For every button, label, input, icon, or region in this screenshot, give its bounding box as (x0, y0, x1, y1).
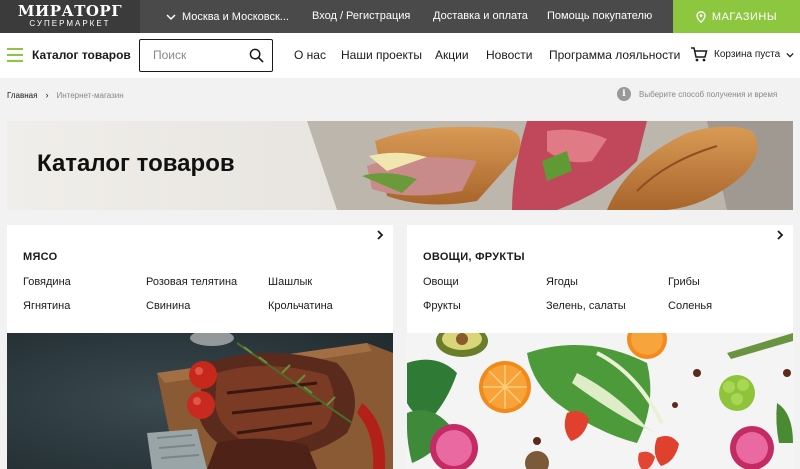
category-card-vegetables[interactable]: ОВОЩИ, ФРУКТЫ Овощи Ягоды Грибы Фрукты З… (407, 225, 793, 333)
help-link[interactable]: Помощь покупателю (547, 10, 652, 22)
category-link[interactable]: Розовая телятина (146, 276, 237, 288)
category-link[interactable]: Грибы (668, 276, 700, 288)
category-link[interactable]: Свинина (146, 300, 190, 312)
search-input[interactable] (153, 48, 243, 62)
nav-bar: Каталог товаров О нас Наши проекты Акции… (0, 33, 800, 78)
region-label: Москва и Московск... (182, 10, 289, 23)
category-title[interactable]: МЯСО (23, 251, 58, 263)
category-link[interactable]: Овощи (423, 276, 459, 288)
nav-projects[interactable]: Наши проекты (341, 48, 422, 62)
breadcrumb-current: Интернет-магазин (56, 90, 124, 100)
nav-loyalty[interactable]: Программа лояльности (549, 48, 680, 62)
search-icon[interactable] (249, 48, 264, 63)
breadcrumb-separator: › (45, 90, 49, 100)
logo-title: МИРАТОРГ (17, 2, 123, 20)
top-bar: МИРАТОРГ СУПЕРМАРКЕТ Москва и Московск..… (0, 0, 800, 33)
region-selector[interactable]: Москва и Московск... (166, 0, 289, 33)
logo[interactable]: МИРАТОРГ СУПЕРМАРКЕТ (0, 0, 140, 33)
category-link[interactable]: Говядина (23, 276, 71, 288)
cart-label: Корзина пуста (714, 49, 781, 60)
location-pin-icon (696, 10, 706, 23)
logo-subtitle: СУПЕРМАРКЕТ (29, 19, 111, 28)
meat-image[interactable] (7, 333, 393, 469)
cart-button[interactable]: Корзина пуста (690, 46, 794, 63)
stores-button[interactable]: МАГАЗИНЫ (673, 0, 800, 33)
nav-promotions[interactable]: Акции (435, 48, 469, 62)
category-link[interactable]: Ягоды (546, 276, 578, 288)
nav-news[interactable]: Новости (486, 48, 532, 62)
category-card-meat[interactable]: МЯСО Говядина Розовая телятина Шашлык Яг… (7, 225, 393, 333)
nav-about[interactable]: О нас (294, 48, 326, 62)
chevron-down-icon (166, 13, 176, 20)
vegetables-image[interactable] (407, 333, 793, 469)
cart-icon (691, 47, 708, 62)
chevron-right-icon[interactable] (775, 230, 785, 240)
search-box (139, 39, 273, 72)
category-link[interactable]: Фрукты (423, 300, 461, 312)
category-link[interactable]: Ягнятина (23, 300, 70, 312)
breadcrumb-home[interactable]: Главная (7, 91, 37, 100)
delivery-choice-label: Выберите способ получения и время (639, 89, 778, 99)
menu-icon[interactable] (7, 48, 23, 62)
delivery-choice[interactable]: i Выберите способ получения и время (617, 87, 777, 101)
stores-label: МАГАЗИНЫ (711, 10, 778, 23)
delivery-link[interactable]: Доставка и оплата (433, 10, 528, 22)
category-link[interactable]: Соленья (668, 300, 712, 312)
breadcrumb: Главная › Интернет-магазин (7, 90, 124, 100)
category-link[interactable]: Крольчатина (268, 300, 333, 312)
chevron-down-icon (786, 52, 794, 57)
catalog-link[interactable]: Каталог товаров (32, 48, 131, 62)
catalog-banner: Каталог товаров (7, 121, 793, 210)
info-icon: i (617, 87, 631, 101)
category-title[interactable]: ОВОЩИ, ФРУКТЫ (423, 251, 525, 263)
page-title: Каталог товаров (37, 150, 235, 177)
category-link[interactable]: Шашлык (268, 276, 312, 288)
chevron-right-icon[interactable] (375, 230, 385, 240)
login-link[interactable]: Вход / Регистрация (312, 10, 410, 22)
category-link[interactable]: Зелень, салаты (546, 300, 626, 312)
